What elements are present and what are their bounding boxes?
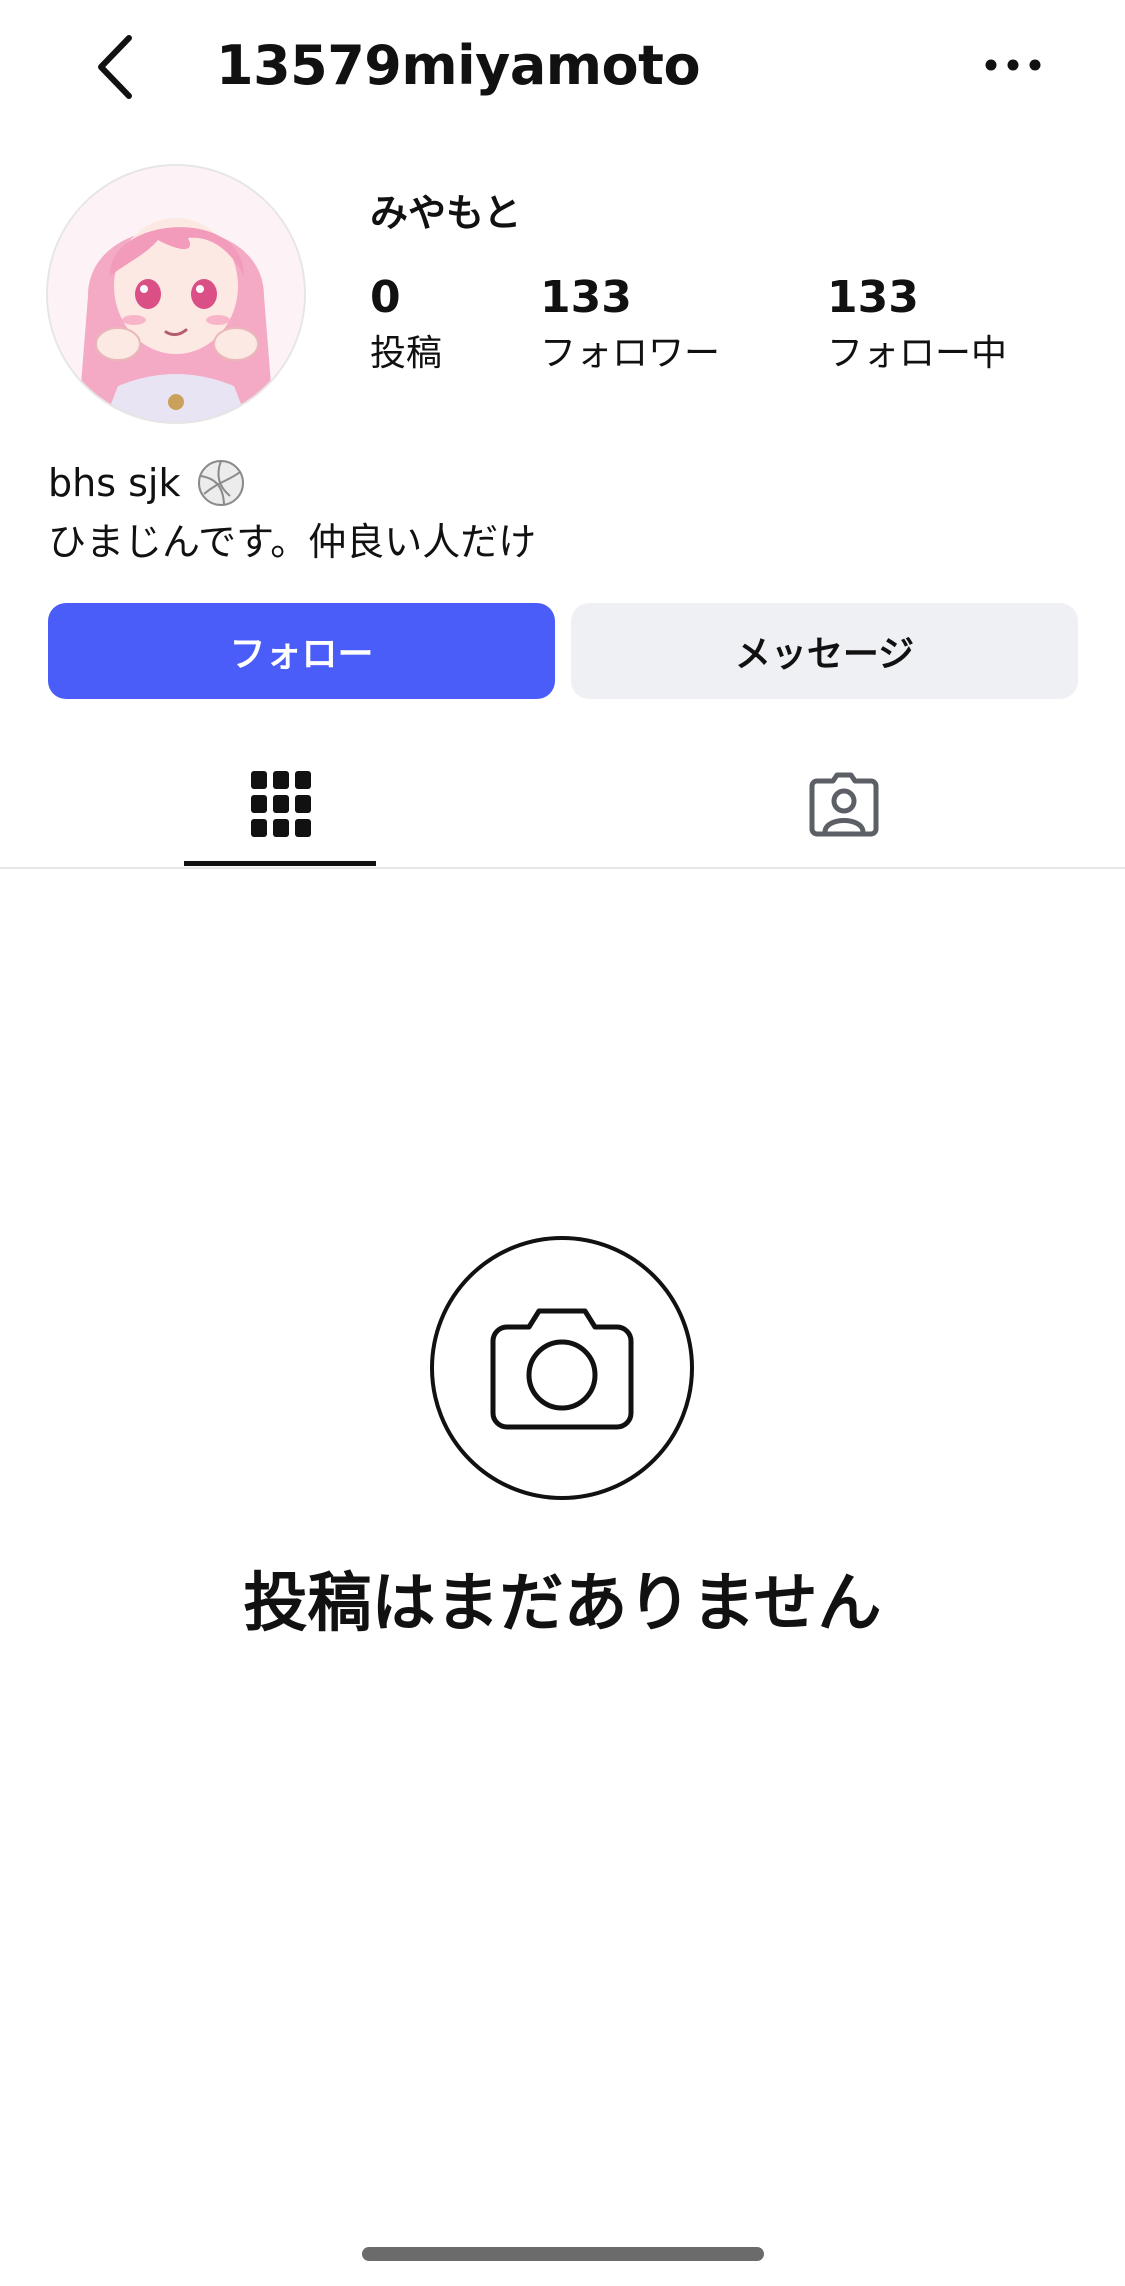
active-tab-indicator [184,861,376,866]
ellipsis-icon [985,59,1041,71]
following-label: フォロー中 [827,333,1008,374]
posts-count: 0 [370,272,401,323]
avatar[interactable] [46,164,306,424]
more-options-button[interactable] [968,30,1058,100]
chevron-left-icon [98,35,132,99]
stat-following[interactable]: 133 フォロー中 [827,270,1007,380]
grid-icon [251,771,311,837]
following-count: 133 [827,272,919,323]
message-button[interactable]: メッセージ [571,603,1078,699]
display-name: みやもと [370,191,522,235]
volleyball-icon [198,460,245,506]
follow-button[interactable]: フォロー [48,603,555,699]
followers-count: 133 [540,272,632,323]
stat-followers[interactable]: 133 フォロワー [540,270,720,380]
home-indicator[interactable] [362,2247,764,2261]
bio-line-2: ひまじんです。仲良い人だけ [48,520,537,564]
tab-grid[interactable] [186,740,376,868]
back-button[interactable] [70,22,160,112]
posts-label: 投稿 [370,333,443,374]
page-title: 13579miyamoto [216,34,701,97]
bio-text-1: bhs sjk [48,461,181,505]
followers-label: フォロワー [540,333,721,374]
stat-posts[interactable]: 0 投稿 [370,270,442,380]
bio-line-1: bhs sjk [48,458,246,508]
avatar-illustration [48,166,304,422]
tagged-person-icon [809,772,879,837]
tabs-divider [0,867,1125,869]
empty-state-text: 投稿はまだありません [243,1567,882,1641]
empty-state-icon-circle [430,1236,694,1500]
tab-tagged[interactable] [749,740,939,868]
camera-icon [490,1308,634,1430]
